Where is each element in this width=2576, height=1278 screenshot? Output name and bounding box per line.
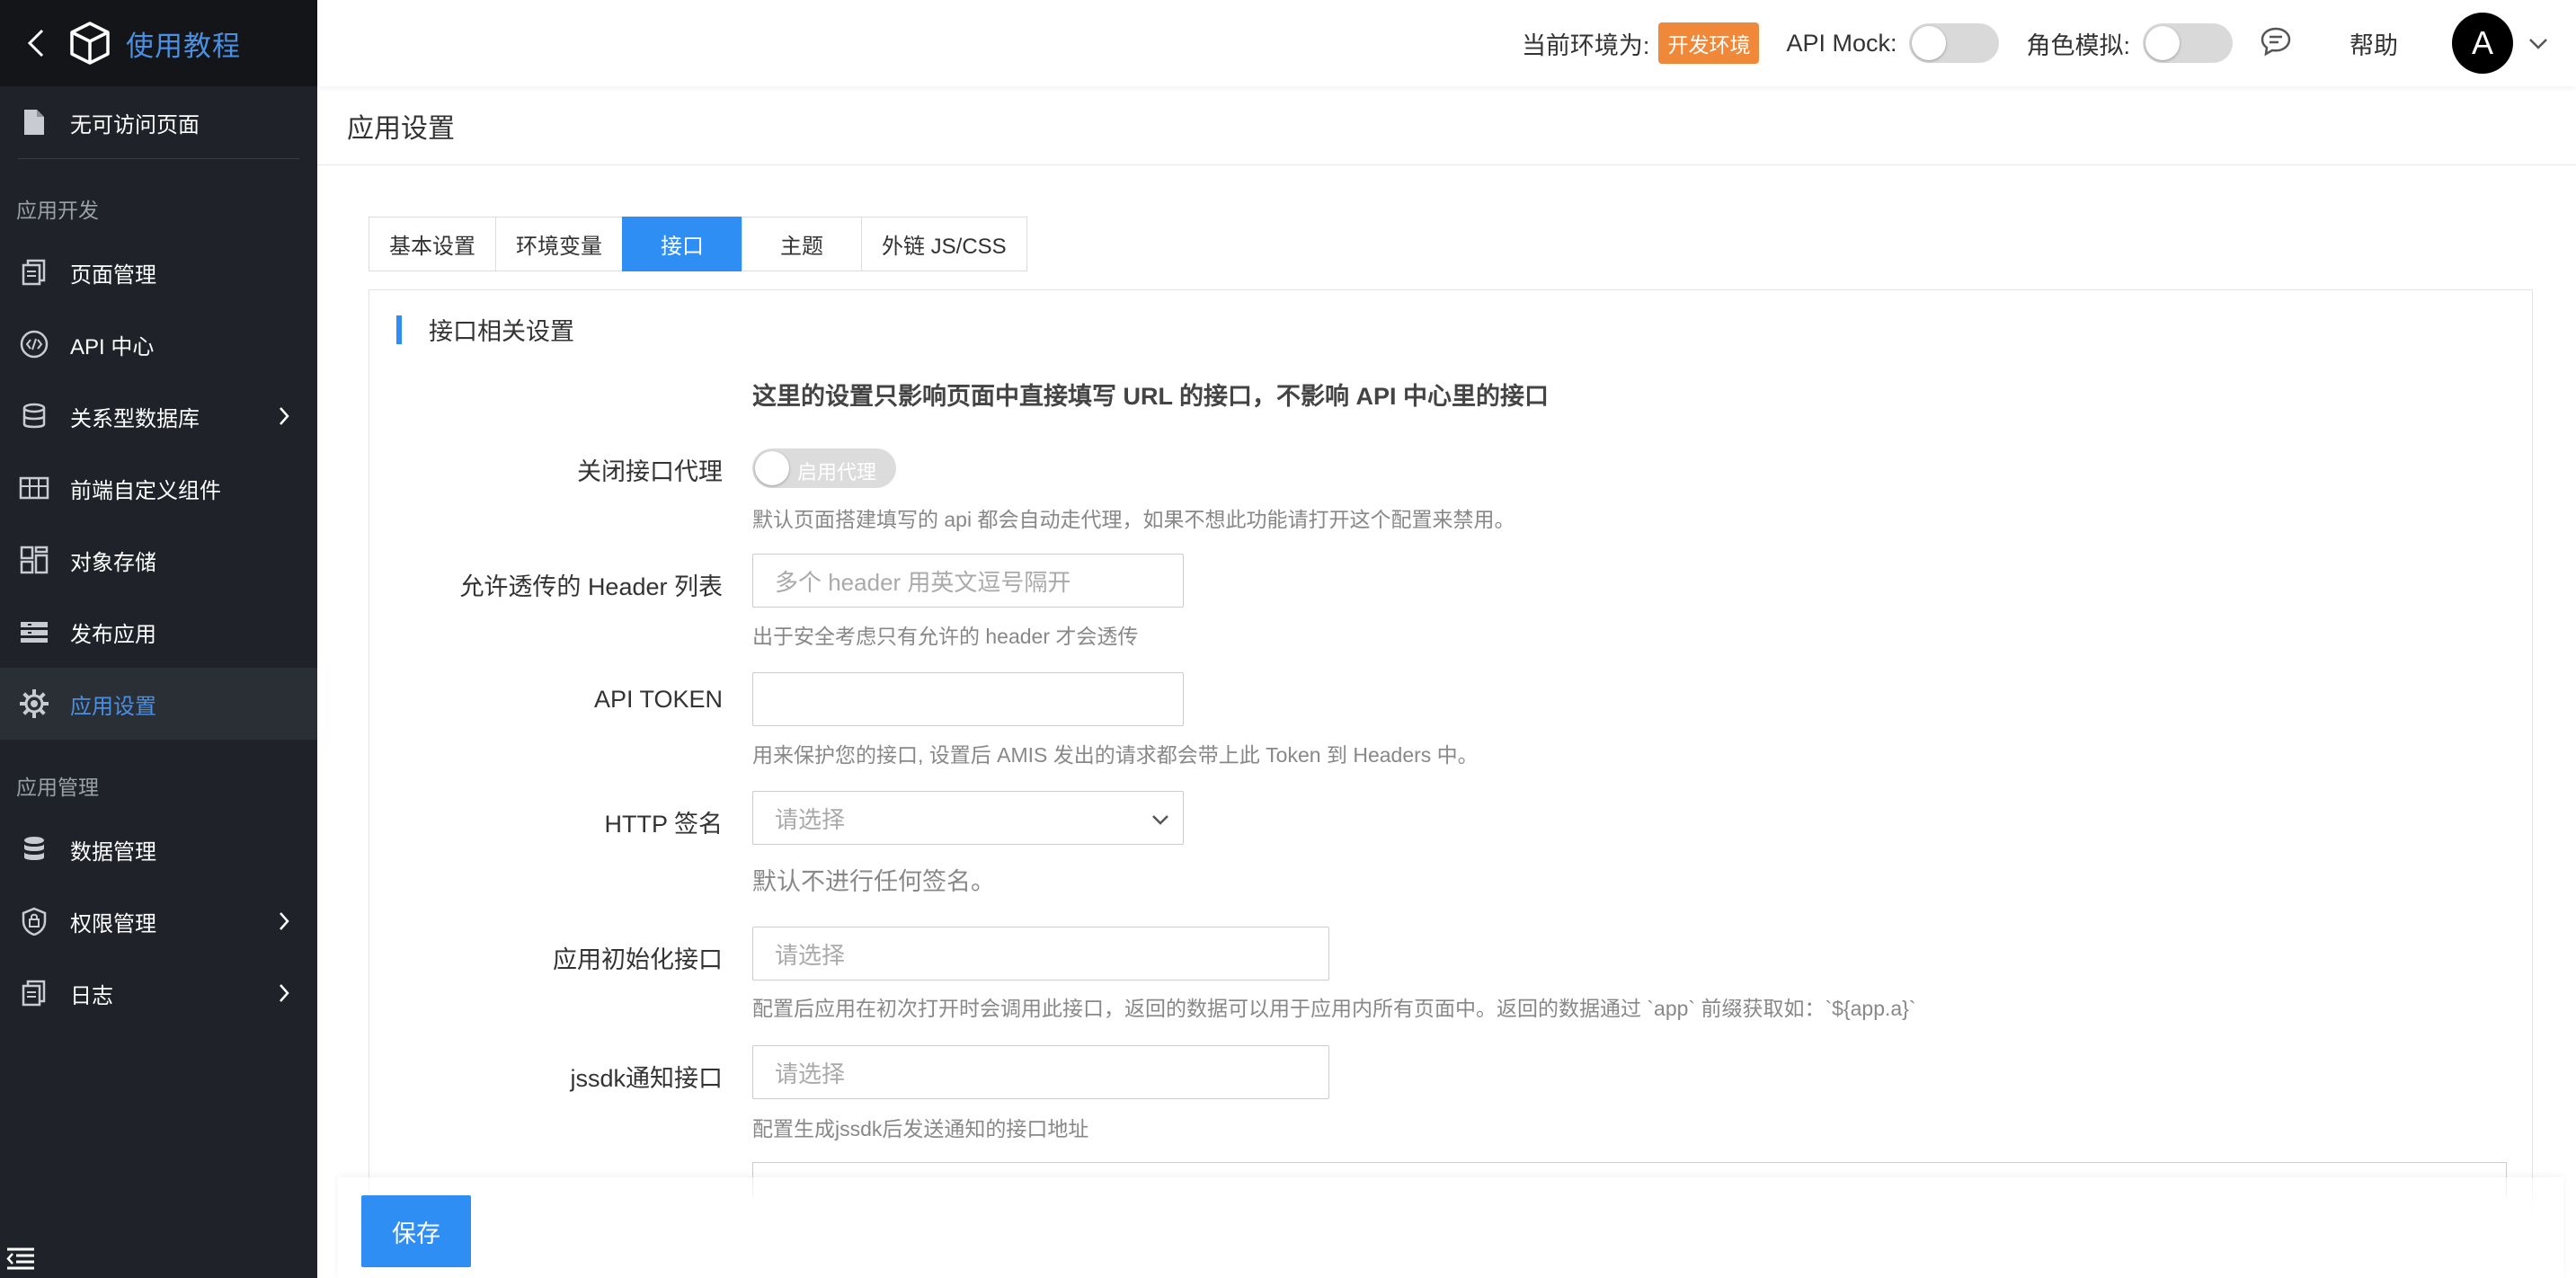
api-mock-label: API Mock: xyxy=(1786,29,1897,57)
section-title-text: 接口相关设置 xyxy=(429,318,574,345)
jssdk-api-picker[interactable]: 请选择 xyxy=(752,1045,1329,1099)
sidebar-item-object-storage[interactable]: 对象存储 xyxy=(0,524,317,596)
sidebar-item-pages[interactable]: 页面管理 xyxy=(0,236,317,308)
page-title: 应用设置 xyxy=(347,114,455,144)
header-list-label: 允许透传的 Header 列表 xyxy=(459,573,723,600)
http-sign-label: HTTP 签名 xyxy=(604,811,723,838)
select-placeholder: 请选择 xyxy=(775,805,846,833)
http-sign-select[interactable]: 请选择 xyxy=(752,791,1184,845)
chevron-right-icon xyxy=(278,910,290,938)
api-settings-panel: 接口相关设置 这里的设置只影响页面中直接填写 URL 的接口，不影响 API 中… xyxy=(369,289,2533,1278)
code-icon xyxy=(18,328,50,360)
notice-text: 这里的设置只影响页面中直接填写 URL 的接口，不影响 API 中心里的接口 xyxy=(752,383,1550,410)
section-title: 接口相关设置 xyxy=(396,312,574,347)
jssdk-api-hint: 配置生成jssdk后发送通知的接口地址 xyxy=(752,1117,1089,1140)
sidebar-item-publish[interactable]: 发布应用 xyxy=(0,596,317,668)
proxy-hint: 默认页面搭建填写的 api 都会自动走代理，如果不想此功能请打开这个配置来禁用。 xyxy=(752,508,1515,531)
tab-basic[interactable]: 基本设置 xyxy=(369,217,496,271)
chevron-down-icon[interactable] xyxy=(2527,30,2549,58)
toggle-knob xyxy=(2145,26,2180,60)
sidebar-item-logs[interactable]: 日志 xyxy=(0,957,317,1029)
file-icon xyxy=(18,106,50,138)
switch-knob xyxy=(755,451,789,485)
pages-icon xyxy=(18,256,50,288)
tab-external-js-css[interactable]: 外链 JS/CSS xyxy=(861,217,1027,271)
switch-text: 启用代理 xyxy=(797,461,877,484)
sidebar-item-label: 权限管理 xyxy=(70,911,156,936)
gear-icon xyxy=(18,688,50,720)
proxy-label: 关闭接口代理 xyxy=(577,458,723,485)
app-title[interactable]: 使用教程 xyxy=(126,23,241,64)
init-api-hint: 配置后应用在初次打开时会调用此接口，返回的数据可以用于应用内所有页面中。返回的数… xyxy=(752,997,1916,1020)
proxy-switch[interactable]: 启用代理 xyxy=(752,448,896,488)
env-label: 当前环境为: xyxy=(1521,31,1650,59)
settings-tabs: 基本设置 环境变量 接口 主题 外链 JS/CSS xyxy=(369,217,1027,271)
brand-header: 使用教程 xyxy=(0,0,317,86)
tab-theme[interactable]: 主题 xyxy=(742,217,862,271)
role-sim-toggle[interactable] xyxy=(2143,23,2233,63)
components-icon xyxy=(18,472,50,504)
jssdk-api-label: jssdk通知接口 xyxy=(570,1065,723,1092)
sidebar-item-label: 无可访问页面 xyxy=(70,112,200,138)
header-list-hint: 出于安全考虑只有允许的 header 才会透传 xyxy=(752,625,1139,648)
api-token-label: API TOKEN xyxy=(593,686,723,713)
back-icon[interactable] xyxy=(18,25,54,61)
chevron-down-icon xyxy=(1150,808,1170,836)
sidebar-item-data-management[interactable]: 数据管理 xyxy=(0,813,317,885)
publish-icon xyxy=(18,616,50,648)
sidebar-item-label: 发布应用 xyxy=(70,622,156,647)
sidebar-item-app-settings[interactable]: 应用设置 xyxy=(0,668,317,740)
sidebar-item-label: 应用设置 xyxy=(70,694,156,719)
save-button[interactable]: 保存 xyxy=(361,1195,471,1267)
http-sign-hint: 默认不进行任何签名。 xyxy=(752,868,995,895)
sidebar-item-label: 对象存储 xyxy=(70,550,156,575)
topbar: 当前环境为: 开发环境 API Mock: 角色模拟: 帮助 A xyxy=(317,0,2576,86)
data-icon xyxy=(18,833,50,865)
role-sim-label: 角色模拟: xyxy=(2026,31,2130,59)
log-icon xyxy=(18,977,50,1009)
env-badge: 开发环境 xyxy=(1658,22,1760,64)
sidebar-item-no-access[interactable]: 无可访问页面 xyxy=(0,86,317,158)
sidebar-item-label: 前端自定义组件 xyxy=(70,478,221,503)
toggle-knob xyxy=(1912,26,1947,60)
message-icon[interactable] xyxy=(2260,25,2296,61)
api-mock-toggle[interactable] xyxy=(1909,23,2000,63)
init-api-picker[interactable]: 请选择 xyxy=(752,927,1329,981)
sidebar: 使用教程 无可访问页面 应用开发 页面管理 API 中心 关系型数据库 前端自定 xyxy=(0,0,317,1278)
divider xyxy=(317,164,2576,165)
sidebar-item-database[interactable]: 关系型数据库 xyxy=(0,380,317,452)
sidebar-item-label: API 中心 xyxy=(70,334,155,359)
chevron-right-icon xyxy=(278,982,290,1010)
footer-toolbar: 保存 xyxy=(338,1177,2563,1278)
collapse-sidebar-icon[interactable] xyxy=(5,1246,38,1273)
init-api-label: 应用初始化接口 xyxy=(553,946,723,973)
sidebar-item-permissions[interactable]: 权限管理 xyxy=(0,885,317,957)
group-label-dev: 应用开发 xyxy=(16,199,99,222)
group-label-mgmt: 应用管理 xyxy=(16,776,99,799)
api-token-input[interactable] xyxy=(752,672,1184,726)
tab-env-vars[interactable]: 环境变量 xyxy=(495,217,623,271)
lock-icon xyxy=(18,905,50,937)
sidebar-item-label: 关系型数据库 xyxy=(70,406,200,431)
database-icon xyxy=(18,400,50,432)
storage-icon xyxy=(18,544,50,576)
section-accent-bar xyxy=(396,315,402,344)
tab-api[interactable]: 接口 xyxy=(622,217,742,271)
chevron-right-icon xyxy=(278,405,290,433)
sidebar-item-label: 页面管理 xyxy=(70,262,156,288)
sidebar-item-label: 数据管理 xyxy=(70,839,156,865)
avatar[interactable]: A xyxy=(2452,13,2513,74)
sidebar-item-label: 日志 xyxy=(70,983,113,1008)
header-list-input[interactable]: 多个 header 用英文逗号隔开 xyxy=(752,554,1184,608)
sidebar-item-custom-components[interactable]: 前端自定义组件 xyxy=(0,452,317,524)
cube-logo-icon xyxy=(67,20,113,67)
sidebar-item-api-center[interactable]: API 中心 xyxy=(0,308,317,380)
api-token-hint: 用来保护您的接口, 设置后 AMIS 发出的请求都会带上此 Token 到 He… xyxy=(752,743,1479,767)
help-link[interactable]: 帮助 xyxy=(2349,26,2398,61)
